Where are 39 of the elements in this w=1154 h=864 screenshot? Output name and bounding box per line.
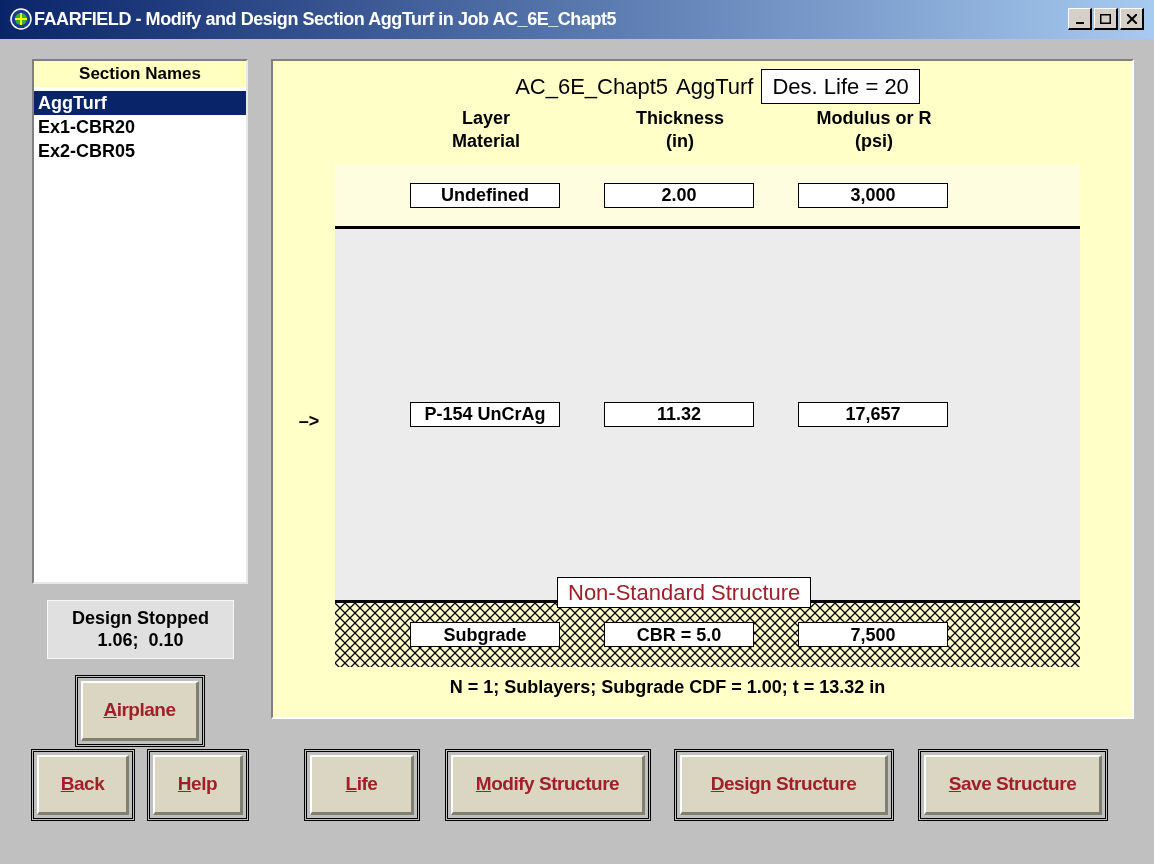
modulus-field[interactable]: 3,000 bbox=[798, 183, 948, 208]
minimize-icon bbox=[1075, 22, 1084, 24]
summary-text: N = 1; Sublayers; Subgrade CDF = 1.00; t = 13.32 in bbox=[448, 676, 887, 699]
thickness-field[interactable]: 2.00 bbox=[604, 183, 754, 208]
warning-label: Non-Standard Structure bbox=[557, 577, 812, 608]
back-button[interactable]: Back bbox=[31, 749, 135, 821]
modulus-field[interactable]: 7,500 bbox=[798, 622, 948, 648]
status-values: 1.06; 0.10 bbox=[97, 629, 184, 652]
maximize-button[interactable] bbox=[1094, 8, 1118, 31]
section-item[interactable]: AggTurf bbox=[34, 91, 246, 115]
list-header: Section Names bbox=[34, 61, 246, 87]
save-structure-button[interactable]: Save Structure bbox=[918, 749, 1108, 821]
material-field[interactable]: Subgrade bbox=[410, 622, 560, 648]
thickness-field[interactable]: 11.32 bbox=[604, 402, 754, 427]
modify-structure-button[interactable]: Modify Structure bbox=[445, 749, 651, 821]
design-structure-button[interactable]: Design Structure bbox=[674, 749, 894, 821]
help-button[interactable]: Help bbox=[147, 749, 249, 821]
column-header: Layer Material bbox=[451, 107, 521, 153]
section-item[interactable]: Ex2-CBR05 bbox=[34, 139, 246, 163]
life-button[interactable]: Life bbox=[304, 749, 420, 821]
close-icon bbox=[1126, 14, 1137, 24]
section-item[interactable]: Ex1-CBR20 bbox=[34, 115, 246, 139]
material-field[interactable]: P-154 UnCrAg bbox=[410, 402, 560, 427]
window-title: FAARFIELD - Modify and Design Section AggTurf in Job AC_6E_Chapt5 bbox=[34, 8, 617, 31]
job-name: AC_6E_Chapt5 bbox=[515, 73, 669, 102]
app-logo-icon bbox=[10, 8, 32, 31]
maximize-icon bbox=[1100, 14, 1111, 24]
minimize-button[interactable] bbox=[1068, 8, 1092, 31]
column-header: Thickness (in) bbox=[634, 107, 725, 153]
close-button[interactable] bbox=[1120, 8, 1144, 31]
section-name: AggTurf bbox=[676, 73, 754, 102]
current-layer-marker: –> bbox=[298, 410, 320, 433]
modulus-field[interactable]: 17,657 bbox=[798, 402, 948, 427]
airplane-button[interactable]: Airplane bbox=[75, 675, 205, 747]
material-field[interactable]: Undefined bbox=[410, 183, 560, 208]
status-text: Design Stopped bbox=[72, 607, 209, 630]
column-header: Modulus or R (psi) bbox=[815, 107, 933, 153]
design-life[interactable]: Des. Life = 20 bbox=[761, 69, 920, 105]
thickness-field[interactable]: CBR = 5.0 bbox=[604, 622, 754, 648]
